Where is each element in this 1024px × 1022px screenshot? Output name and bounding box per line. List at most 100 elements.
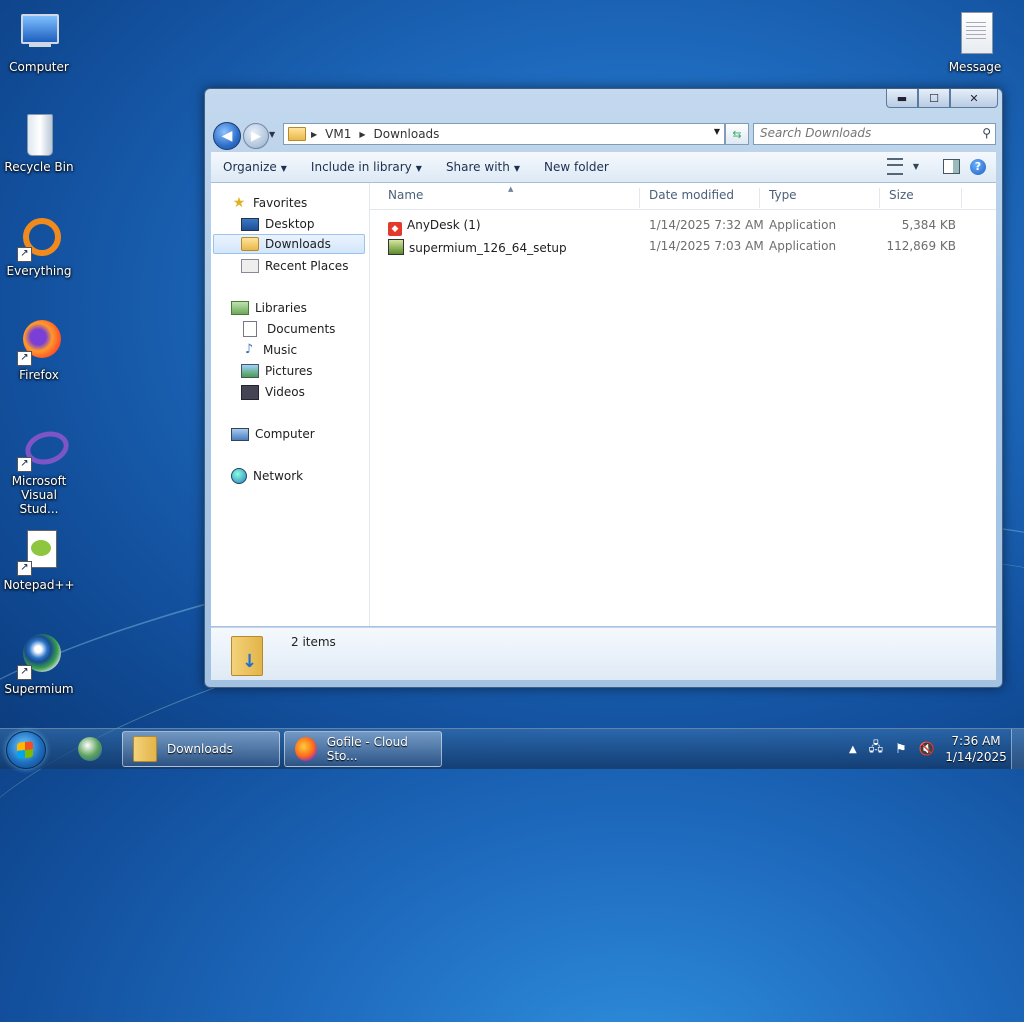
close-button[interactable]: ✕: [950, 89, 998, 108]
action-center-flag-icon[interactable]: ⚑: [895, 742, 907, 757]
include-in-library-button[interactable]: Include in library ▼: [299, 160, 434, 174]
address-bar[interactable]: ▶ VM1 ▶ Downloads ▼: [283, 123, 725, 145]
search-icon[interactable]: ⚲: [982, 126, 991, 140]
column-header-date-modified[interactable]: Date modified: [642, 188, 760, 208]
file-date-cell: 1/14/2025 7:32 AM: [649, 218, 764, 232]
search-input[interactable]: [754, 124, 960, 142]
videos-icon: [241, 384, 259, 400]
navigation-bar: ◀ ▶ ▼ ▶ VM1 ▶ Downloads ▼ ⇆ ⚲: [213, 121, 996, 150]
back-button[interactable]: ◀: [213, 122, 241, 150]
file-row[interactable]: supermium_126_64_setup 1/14/2025 7:03 AM…: [370, 236, 996, 257]
show-hidden-icons-button[interactable]: ▲: [849, 744, 857, 755]
desktop-icon-firefox[interactable]: ↗ Firefox: [2, 318, 76, 382]
nav-downloads[interactable]: Downloads: [213, 234, 365, 254]
desktop-icon-computer[interactable]: Computer: [2, 10, 76, 74]
breadcrumb-separator-icon[interactable]: ▶: [359, 130, 365, 139]
windows-logo-icon: [17, 741, 33, 759]
libraries-icon: [231, 301, 249, 315]
breadcrumb-separator-icon[interactable]: ▶: [311, 130, 317, 139]
taskbar-item-downloads[interactable]: Downloads: [122, 731, 280, 767]
explorer-window[interactable]: ▬ ☐ ✕ ◀ ▶ ▼ ▶ VM1 ▶ Downloads ▼ ⇆ ⚲ Orga…: [204, 88, 1003, 688]
column-header-type[interactable]: Type: [762, 188, 880, 208]
network-icon[interactable]: 🖧: [869, 738, 884, 760]
explorer-content: ★ Favorites Desktop Downloads Recent Plac…: [211, 183, 996, 626]
nav-desktop[interactable]: Desktop: [241, 214, 315, 234]
help-icon[interactable]: ?: [970, 158, 986, 175]
column-header-size[interactable]: Size: [882, 188, 962, 208]
address-dropdown-icon[interactable]: ▼: [714, 127, 720, 136]
desktop-icon-everything[interactable]: ↗ Everything: [2, 214, 76, 278]
minimize-button[interactable]: ▬: [886, 89, 918, 108]
file-size-cell: 112,869 KB: [886, 239, 956, 253]
nav-videos[interactable]: Videos: [241, 382, 305, 402]
clock[interactable]: 7:36 AM 1/14/2025: [941, 733, 1011, 765]
chevron-down-icon: ▼: [280, 164, 287, 173]
breadcrumb-vm1[interactable]: VM1: [325, 127, 351, 141]
show-desktop-button[interactable]: [1011, 729, 1024, 769]
computer-icon: [15, 10, 63, 58]
supermium-icon: [78, 737, 102, 761]
column-headers: ▲ Name Date modified Type Size: [370, 183, 996, 210]
clock-date: 1/14/2025: [945, 750, 1007, 764]
nav-pictures[interactable]: Pictures: [241, 361, 313, 381]
anydesk-icon: ◆: [388, 222, 402, 236]
recent-pages-dropdown[interactable]: ▼: [269, 130, 275, 139]
desktop-icon-recycle-bin[interactable]: Recycle Bin: [2, 110, 76, 174]
desktop-icon-supermium[interactable]: ↗ Supermium: [2, 632, 76, 696]
text-file-icon: [951, 10, 999, 58]
shortcut-arrow-icon: ↗: [17, 351, 32, 366]
forward-button[interactable]: ▶: [243, 123, 269, 149]
desktop-icon-notepad-plus-plus[interactable]: ↗ Notepad++: [2, 528, 76, 592]
change-view-icon[interactable]: [886, 158, 903, 175]
breadcrumb-downloads[interactable]: Downloads: [374, 127, 440, 141]
nav-favorites[interactable]: ★ Favorites: [231, 193, 308, 213]
file-list: ▲ Name Date modified Type Size ◆ AnyDesk …: [370, 183, 996, 626]
nav-libraries[interactable]: Libraries: [231, 298, 307, 318]
sort-ascending-icon: ▲: [508, 185, 514, 193]
view-options-dropdown-icon[interactable]: ▼: [913, 162, 919, 171]
file-size-cell: 5,384 KB: [901, 218, 956, 232]
clock-time: 7:36 AM: [951, 734, 1001, 748]
desktop-icon: [241, 217, 259, 231]
taskbar-pin-supermium[interactable]: [64, 731, 116, 767]
search-box[interactable]: ⚲: [753, 123, 996, 145]
start-button[interactable]: [6, 731, 46, 769]
refresh-button[interactable]: ⇆: [725, 123, 749, 145]
supermium-icon: ↗: [15, 632, 63, 680]
arrow-right-icon: ▶: [251, 128, 261, 144]
shortcut-arrow-icon: ↗: [17, 247, 32, 262]
navigation-pane: ★ Favorites Desktop Downloads Recent Plac…: [211, 183, 370, 626]
downloads-folder-icon: [241, 237, 259, 251]
music-icon: ♪: [244, 342, 254, 357]
new-folder-button[interactable]: New folder: [532, 160, 621, 174]
chevron-down-icon: ▼: [415, 164, 422, 173]
desktop-icon-message[interactable]: Message: [938, 10, 1012, 74]
star-icon: ★: [232, 195, 246, 211]
file-row[interactable]: ◆ AnyDesk (1) 1/14/2025 7:32 AM Applicati…: [370, 215, 996, 236]
firefox-icon: ↗: [15, 318, 63, 366]
preview-pane-icon[interactable]: [943, 159, 960, 174]
maximize-button[interactable]: ☐: [918, 89, 950, 108]
volume-muted-icon[interactable]: 🔇: [919, 742, 935, 757]
nav-computer[interactable]: Computer: [231, 424, 315, 444]
taskbar-item-firefox-gofile[interactable]: Gofile - Cloud Sto...: [284, 731, 442, 767]
file-type-cell: Application: [769, 239, 837, 253]
download-arrow-icon: ↓: [242, 651, 258, 672]
item-count: 2 items: [291, 635, 336, 649]
shortcut-arrow-icon: ↗: [17, 665, 32, 680]
system-tray: ▲ 🖧 ⚑ 🔇 7:36 AM 1/14/2025: [843, 729, 1024, 769]
visual-studio-icon: ↗: [15, 424, 73, 472]
share-with-button[interactable]: Share with ▼: [434, 160, 532, 174]
nav-documents[interactable]: Documents: [241, 319, 335, 339]
nav-recent-places[interactable]: Recent Places: [241, 256, 348, 276]
taskbar: Downloads Gofile - Cloud Sto... ▲ 🖧 ⚑ 🔇 …: [0, 728, 1024, 769]
desktop-icon-visual-studio[interactable]: ↗ Microsoft Visual Stud...: [2, 424, 76, 516]
pictures-icon: [241, 364, 259, 378]
nav-network[interactable]: Network: [231, 466, 303, 486]
chevron-down-icon: ▼: [513, 164, 520, 173]
downloads-folder-icon: ↓: [231, 636, 263, 676]
organize-menu-button[interactable]: Organize ▼: [211, 160, 299, 174]
column-header-name[interactable]: ▲ Name: [370, 185, 640, 208]
command-bar: Organize ▼ Include in library ▼ Share with…: [211, 152, 996, 183]
nav-music[interactable]: ♪ Music: [241, 340, 297, 360]
